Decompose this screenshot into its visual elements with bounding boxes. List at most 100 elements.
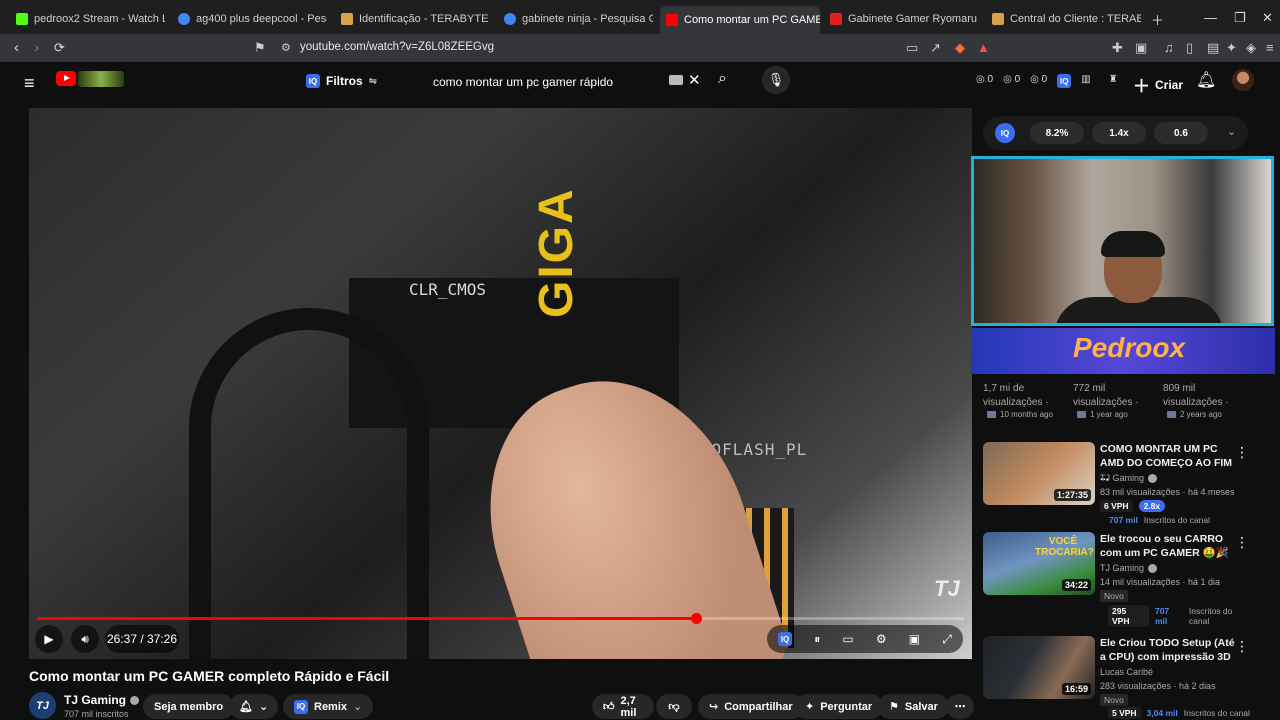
subtitles-icon[interactable]: ▭	[842, 632, 853, 646]
bookmark-icon[interactable]: ⚑	[254, 40, 266, 56]
channel-watermark[interactable]: TJ	[934, 576, 960, 602]
more-options-icon[interactable]: ⋮	[1235, 534, 1249, 551]
webcam-overlay	[971, 156, 1274, 326]
ask-button[interactable]: ✦ Perguntar	[794, 694, 884, 719]
new-tab-icon[interactable]: ＋	[1151, 10, 1164, 29]
site-info-icon[interactable]: ⚙	[281, 41, 291, 54]
browser-tab[interactable]: pedroox2 Stream - Watch Live on Ki	[10, 8, 165, 30]
iq-icon[interactable]: IQ	[995, 123, 1015, 143]
user-avatar[interactable]	[1232, 69, 1254, 91]
kick-icon	[16, 13, 28, 25]
rewards-icon[interactable]: ▲	[977, 40, 990, 55]
youtube-logo[interactable]	[56, 71, 76, 86]
trophy-icon[interactable]: ♜	[1109, 74, 1118, 88]
share-icon[interactable]: ↗	[930, 40, 941, 56]
wallet-icon[interactable]: ▤	[1207, 40, 1219, 56]
filters-label: Filtros	[326, 74, 363, 88]
recommended-channel-row[interactable]: TJ Gaming	[1100, 563, 1158, 574]
chart-icon[interactable]: ▥	[1081, 74, 1090, 88]
iq-stat-pill[interactable]: 1.4x	[1092, 122, 1146, 144]
chevron-down-icon: ⌄	[258, 701, 269, 713]
video-thumbnail[interactable]: 1:27:35	[983, 442, 1095, 505]
related-item[interactable]: 772 mil visualizações ·	[1073, 382, 1139, 410]
miniplayer-icon[interactable]: ▣	[909, 632, 920, 646]
search-input[interactable]: como montar um pc gamer rápido	[420, 67, 710, 97]
share-button[interactable]: ↪ Compartilhar	[698, 694, 804, 719]
volume-button[interactable]: 🔊︎	[71, 625, 99, 653]
browser-tab-active[interactable]: Como montar um PC GAMER co✕	[660, 6, 820, 34]
wallet-icon[interactable]: ▣	[1135, 40, 1147, 56]
iq-icon[interactable]: IQ	[1057, 74, 1072, 88]
settings-gear-icon[interactable]: ⚙	[876, 632, 887, 646]
browser-tab[interactable]: Identificação - TERABYTE	[335, 8, 490, 30]
like-count: 2,7 mil	[620, 694, 637, 719]
more-actions-button[interactable]: ⋯	[946, 694, 974, 719]
leo-icon[interactable]: ✦	[1226, 40, 1237, 56]
iq-stat-pill[interactable]: 8.2%	[1030, 122, 1084, 144]
dislike-button[interactable]: 👎︎	[656, 694, 692, 719]
minimize-icon[interactable]: —	[1204, 10, 1217, 25]
forward-icon[interactable]: ›	[34, 39, 39, 56]
reload-icon[interactable]: ⟳	[54, 40, 65, 56]
sidebar-icon[interactable]: ▯	[1186, 40, 1193, 56]
recommended-title[interactable]: Ele trocou o seu CARRO com um PC GAMER 🤑…	[1100, 532, 1236, 560]
url-field[interactable]: youtube.com/watch?v=Z6L08ZEEGvg	[300, 41, 494, 53]
menu-icon[interactable]: ≡	[1266, 40, 1274, 55]
join-button[interactable]: Seja membro	[143, 694, 235, 719]
back-icon[interactable]: ‹	[14, 39, 19, 56]
hamburger-menu-icon[interactable]: ≡	[24, 73, 35, 94]
create-button[interactable]: ＋ Criar	[1133, 72, 1183, 97]
chevron-down-icon[interactable]: ⌄	[1227, 125, 1236, 138]
video-thumbnail[interactable]: 16:59	[983, 636, 1095, 699]
browser-tab[interactable]: Central do Cliente : TERABYTE	[986, 8, 1141, 30]
recommended-video[interactable]: VOCÊ TROCARIA? 34:22 Ele trocou o seu CA…	[983, 532, 1253, 627]
video-player[interactable]: GIGA CLR_CMOS AM2 QFLASH_PL TJ ▶ 🔊︎ 26:3…	[29, 108, 972, 659]
recommended-title[interactable]: Ele Criou TODO Setup (Até a CPU) com imp…	[1100, 636, 1236, 664]
recommended-channel-row[interactable]: TJ Gaming	[1100, 473, 1158, 484]
channel-name[interactable]: TJ Gaming	[64, 693, 126, 707]
related-item[interactable]: 809 mil visualizações ·	[1163, 382, 1229, 410]
recommended-channel[interactable]: TJ Gaming	[1100, 473, 1144, 483]
browser-tab[interactable]: ag400 plus deepcool - Pesquisa Goo	[172, 8, 327, 30]
iq-stat-pill[interactable]: 0.6	[1154, 122, 1208, 144]
browser-tab[interactable]: gabinete ninja - Pesquisa Google	[498, 8, 653, 30]
maximize-icon[interactable]: ❐	[1234, 10, 1246, 26]
recommended-video[interactable]: 1:27:35 COMO MONTAR UM PC AMD DO COMEÇO …	[983, 442, 1253, 532]
autoplay-toggle-icon[interactable]: ⏸	[814, 632, 820, 647]
save-button[interactable]: ⚑ Salvar	[878, 694, 949, 719]
notifications-bell-icon[interactable]: 🔔︎	[1196, 70, 1216, 90]
iq-icon[interactable]: IQ	[778, 632, 793, 646]
recommended-channel[interactable]: Lucas Caribé	[1100, 667, 1153, 677]
calendar-icon	[1167, 411, 1176, 418]
video-thumbnail[interactable]: VOCÊ TROCARIA? 34:22	[983, 532, 1095, 595]
clear-search-icon[interactable]: ✕	[688, 71, 701, 89]
channel-name-row[interactable]: TJ Gaming	[64, 693, 140, 707]
play-button[interactable]: ▶	[35, 625, 63, 653]
close-window-icon[interactable]: ✕	[1262, 10, 1273, 26]
progress-bar[interactable]	[37, 613, 964, 624]
search-icon[interactable]: ⌕	[718, 70, 727, 88]
recommended-channel[interactable]: TJ Gaming	[1100, 563, 1144, 573]
fullscreen-icon[interactable]: ⤢	[942, 632, 952, 647]
stat-item: ◎ 0	[1030, 74, 1048, 85]
extensions-icon[interactable]: ✚	[1112, 40, 1123, 56]
remix-button[interactable]: IQ Remix ⌄	[283, 694, 374, 719]
keyboard-icon[interactable]	[669, 75, 683, 85]
channel-avatar[interactable]: TJ	[29, 692, 56, 719]
related-item[interactable]: 1,7 mi de visualizações ·	[983, 382, 1049, 410]
subs-count: 707 mil	[1109, 515, 1138, 525]
browser-tab[interactable]: Gabinete Gamer Ryomaru Ninja 3 Fa	[824, 8, 979, 30]
cast-icon[interactable]: ▭	[906, 40, 918, 56]
notifications-dropdown[interactable]: 🔔︎ ⌄	[229, 694, 279, 719]
recommended-meta: 14 mil visualizações · há 1 dia	[1100, 577, 1221, 587]
more-options-icon[interactable]: ⋮	[1235, 638, 1249, 655]
brave-shield-icon[interactable]: ◆	[955, 40, 965, 56]
microphone-icon[interactable]: 🎙	[762, 66, 790, 94]
more-options-icon[interactable]: ⋮	[1235, 444, 1249, 461]
filters-button[interactable]: IQ Filtros ⇋	[300, 69, 383, 93]
music-icon[interactable]: ♫	[1164, 40, 1174, 55]
vpn-icon[interactable]: ◈	[1246, 40, 1256, 56]
doodle-logo[interactable]	[78, 71, 124, 87]
like-button[interactable]: 👍︎ 2,7 mil	[592, 694, 654, 719]
recommended-video[interactable]: 16:59 Ele Criou TODO Setup (Até a CPU) c…	[983, 636, 1253, 720]
